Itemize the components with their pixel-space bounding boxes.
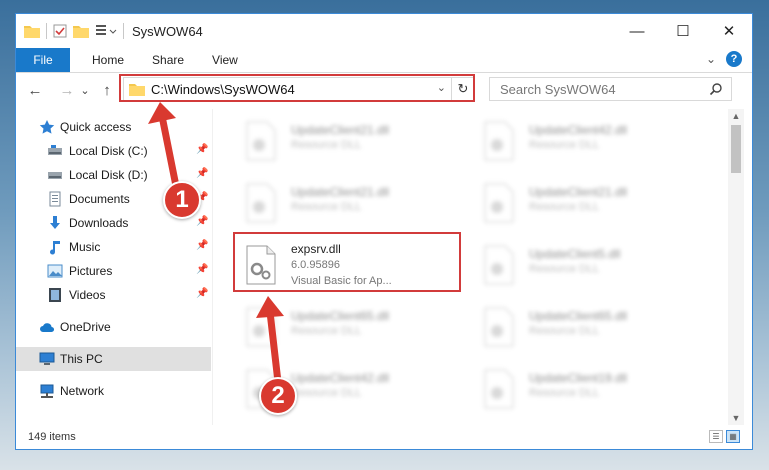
arrow-2	[266, 308, 282, 386]
step-2-badge: 2	[259, 377, 297, 415]
step-1-badge: 1	[163, 181, 201, 219]
arrow-1	[158, 112, 180, 190]
arrow-2-head	[256, 296, 284, 318]
arrow-1-head	[148, 102, 176, 124]
annotation-arrows	[148, 102, 284, 386]
